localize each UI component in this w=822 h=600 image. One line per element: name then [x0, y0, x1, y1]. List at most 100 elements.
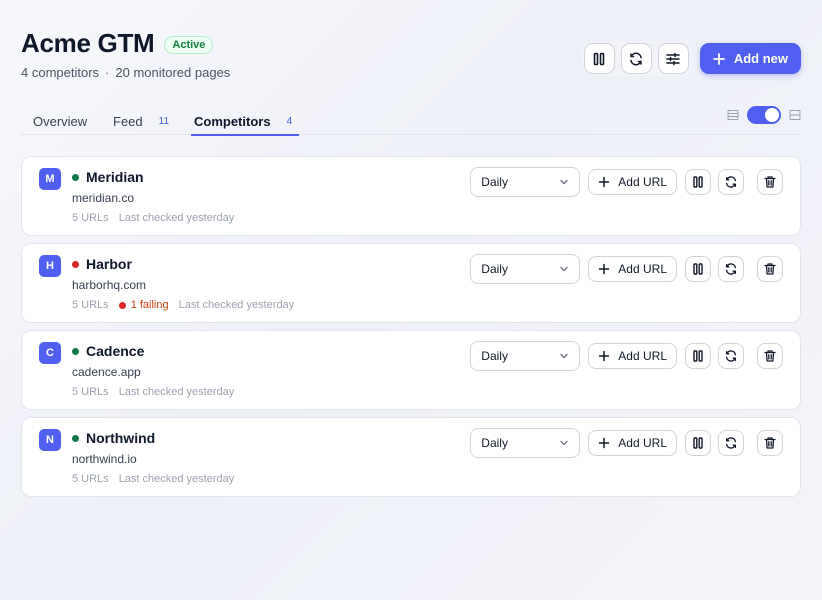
card-actions: Daily Add URL [470, 341, 783, 371]
last-checked: Last checked yesterday [178, 299, 295, 311]
refresh-button[interactable] [718, 169, 744, 195]
competitor-meta: 5 URLs 1 failing Last checked yesterday [72, 299, 294, 311]
competitor-card: N Northwind northwind.io 5 URLs Last che… [21, 417, 801, 497]
monitored-pages-count: 20 monitored pages [115, 65, 231, 80]
pause-all-button[interactable] [583, 43, 615, 74]
competitor-list: M Meridian meridian.co 5 URLs Last check… [21, 156, 801, 504]
delete-button[interactable] [757, 430, 783, 456]
card-actions: Daily Add URL [470, 167, 783, 197]
frequency-select[interactable]: Daily [470, 428, 581, 458]
chevron-down-icon [560, 440, 568, 446]
frequency-select[interactable]: Daily [470, 254, 581, 284]
add-url-label: Add URL [618, 175, 667, 189]
delete-button[interactable] [757, 343, 783, 369]
url-count: 5 URLs [72, 299, 109, 311]
add-url-button[interactable]: Add URL [588, 430, 677, 456]
url-count: 5 URLs [72, 386, 109, 398]
pause-button[interactable] [685, 430, 711, 456]
competitors-count: 4 competitors [21, 65, 100, 80]
competitor-domain[interactable]: cadence.app [72, 365, 141, 379]
tab-label: Overview [33, 114, 88, 129]
tab-label: Competitors [194, 114, 271, 129]
chevron-down-icon [560, 353, 568, 359]
add-url-button[interactable]: Add URL [588, 256, 677, 282]
view-toggle [727, 106, 801, 124]
refresh-button[interactable] [718, 256, 744, 282]
add-new-label: Add new [733, 51, 788, 66]
competitor-meta: 5 URLs Last checked yesterday [72, 473, 234, 485]
add-url-label: Add URL [618, 436, 667, 450]
competitor-domain[interactable]: harborhq.com [72, 278, 146, 292]
plus-icon [599, 437, 610, 449]
delete-button[interactable] [757, 169, 783, 195]
tab-feed[interactable]: Feed 11 [113, 109, 169, 134]
plus-icon [712, 52, 725, 65]
view-mode-switch[interactable] [747, 106, 781, 124]
competitor-domain[interactable]: northwind.io [72, 452, 137, 466]
competitor-name[interactable]: Northwind [86, 430, 155, 446]
frequency-value: Daily [481, 262, 508, 276]
last-checked: Last checked yesterday [118, 212, 235, 224]
card-actions: Daily Add URL [470, 428, 783, 458]
pause-icon [693, 176, 703, 188]
refresh-all-button[interactable] [620, 43, 652, 74]
filter-settings-button[interactable] [657, 43, 689, 74]
add-new-button[interactable]: Add new [699, 43, 801, 74]
chevron-down-icon [560, 179, 568, 185]
competitor-card: C Cadence cadence.app 5 URLs Last checke… [21, 330, 801, 410]
compact-view-icon[interactable] [789, 109, 801, 121]
last-checked: Last checked yesterday [118, 473, 235, 485]
plus-icon [599, 263, 610, 275]
sliders-icon [666, 52, 681, 65]
refresh-button[interactable] [718, 430, 744, 456]
delete-button[interactable] [757, 256, 783, 282]
status-dot [72, 173, 79, 181]
tab-bar: Overview Feed 11 Competitors 4 [21, 103, 801, 136]
frequency-value: Daily [481, 349, 508, 363]
refresh-icon [725, 263, 737, 275]
last-checked: Last checked yesterday [118, 386, 235, 398]
tab-count-badge: 4 [286, 116, 293, 127]
tab-overview[interactable]: Overview [33, 109, 87, 134]
tab-label: Feed [113, 114, 143, 129]
list-view-icon[interactable] [727, 109, 739, 121]
competitor-name[interactable]: Meridian [86, 169, 144, 185]
avatar: H [39, 255, 61, 277]
add-url-label: Add URL [618, 349, 667, 363]
competitor-meta: 5 URLs Last checked yesterday [72, 212, 234, 224]
pause-icon [594, 52, 605, 65]
trash-icon [764, 263, 776, 275]
add-url-button[interactable]: Add URL [588, 169, 677, 195]
refresh-icon [725, 176, 737, 188]
refresh-button[interactable] [718, 343, 744, 369]
pause-button[interactable] [685, 169, 711, 195]
plus-icon [599, 350, 610, 362]
competitor-name[interactable]: Harbor [86, 256, 132, 272]
competitor-name[interactable]: Cadence [86, 343, 144, 359]
name-row: Harbor [72, 256, 132, 272]
tab-competitors[interactable]: Competitors 4 [190, 109, 300, 136]
competitor-domain[interactable]: meridian.co [72, 191, 134, 205]
refresh-icon [725, 350, 737, 362]
header-toolbar: Add new [581, 41, 801, 76]
pause-icon [693, 263, 703, 275]
frequency-select[interactable]: Daily [470, 167, 581, 197]
failing-count: 1 failing [130, 299, 169, 311]
pause-button[interactable] [685, 343, 711, 369]
tab-count-badge: 11 [158, 116, 170, 127]
competitor-card: M Meridian meridian.co 5 URLs Last check… [21, 156, 801, 236]
avatar: C [39, 342, 61, 364]
add-url-label: Add URL [618, 262, 667, 276]
page-header: Acme GTM Active 4 competitors · 20 monit… [21, 28, 230, 80]
refresh-icon [630, 52, 643, 65]
competitor-meta: 5 URLs Last checked yesterday [72, 386, 234, 398]
frequency-value: Daily [481, 436, 508, 450]
add-url-button[interactable]: Add URL [588, 343, 677, 369]
pause-button[interactable] [685, 256, 711, 282]
url-count: 5 URLs [72, 473, 109, 485]
url-count: 5 URLs [72, 212, 109, 224]
frequency-value: Daily [481, 175, 508, 189]
frequency-select[interactable]: Daily [470, 341, 581, 371]
failing-dot [118, 301, 126, 309]
failing-indicator: 1 failing [118, 299, 169, 311]
